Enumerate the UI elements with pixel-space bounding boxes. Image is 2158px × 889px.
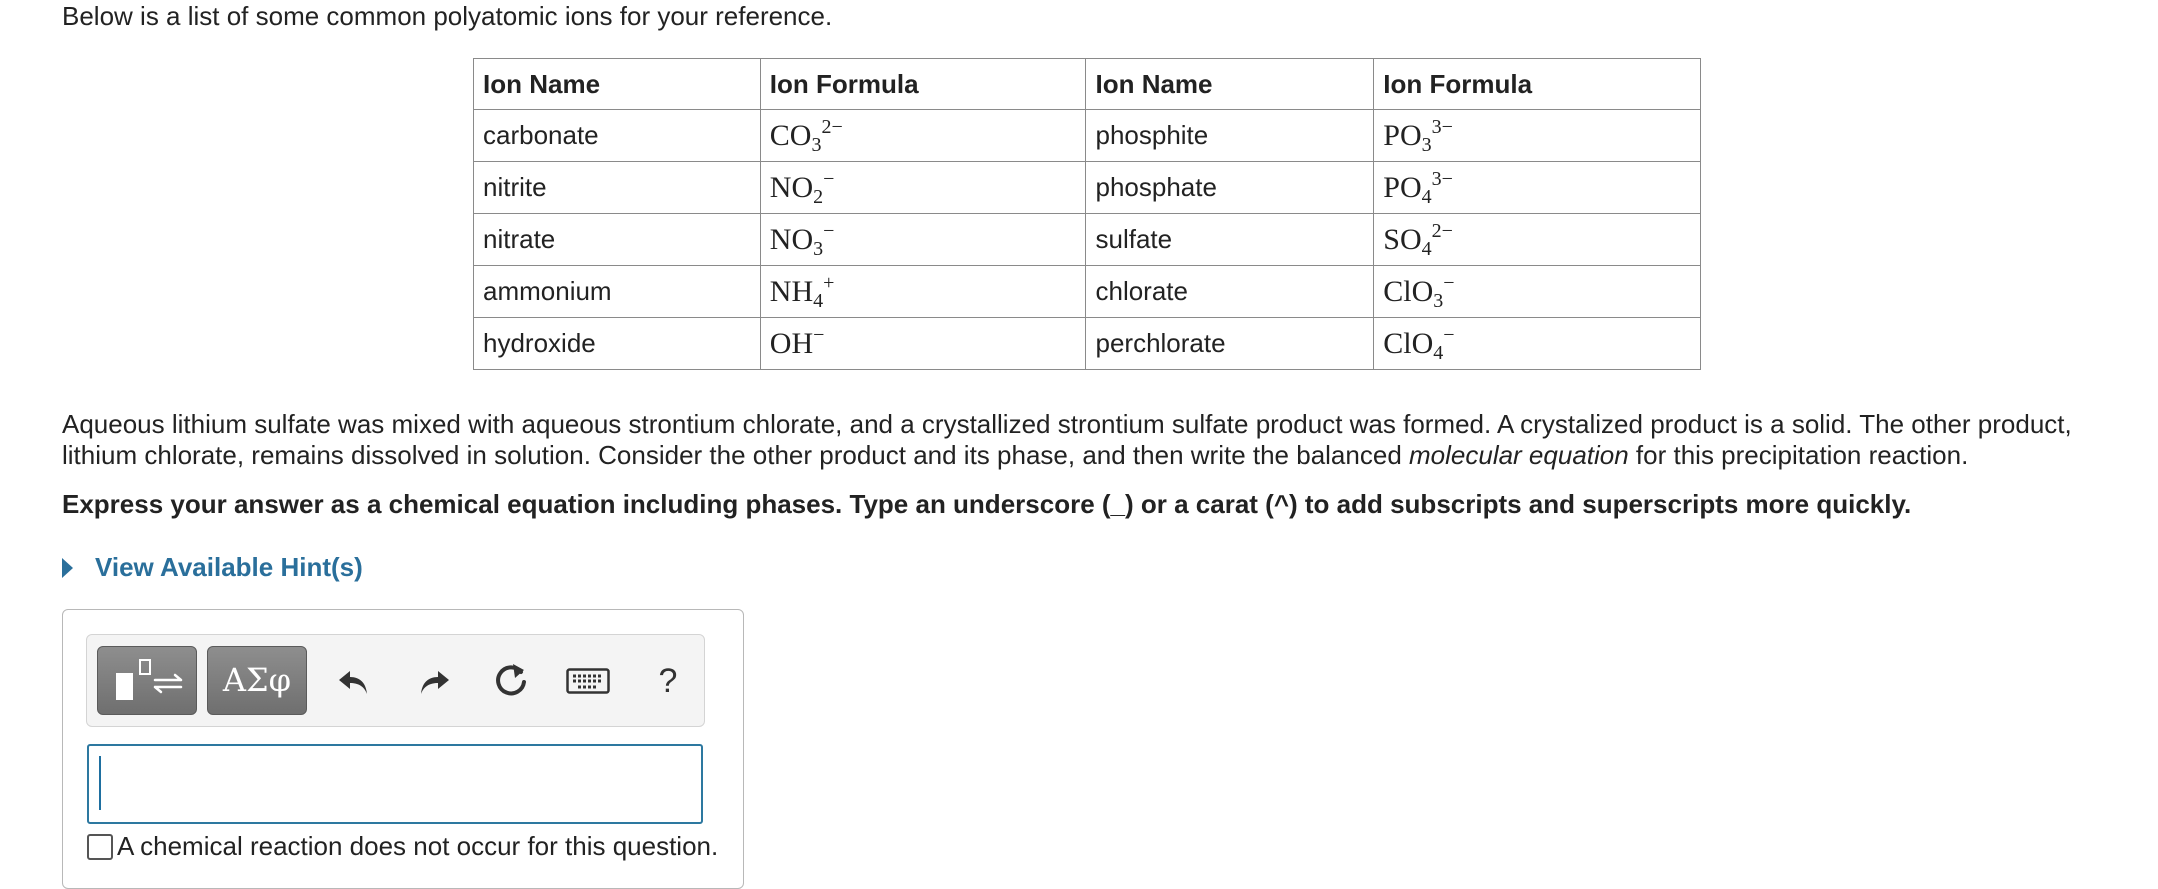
- keyboard-icon: [566, 668, 610, 694]
- formula-subscript: 4: [1421, 237, 1432, 260]
- no-reaction-checkbox[interactable]: [87, 833, 113, 860]
- ion-name: perchlorate: [1085, 317, 1375, 370]
- ion-name: chlorate: [1085, 265, 1375, 318]
- ion-name: hydroxide: [473, 317, 761, 370]
- formula-base: NH: [769, 274, 814, 308]
- triangle-right-icon: [62, 557, 73, 578]
- formula-subscript: 4: [1421, 185, 1432, 208]
- table-row: carbonate CO32− phosphite PO33−: [473, 109, 1701, 162]
- column-header: Ion Name: [1085, 58, 1375, 110]
- ion-name: nitrate: [473, 213, 761, 266]
- formula-subscript: 2: [813, 185, 824, 208]
- view-hints-link[interactable]: View Available Hint(s): [95, 552, 363, 583]
- help-button[interactable]: ?: [645, 658, 691, 704]
- ion-formula: SO42−: [1373, 213, 1701, 266]
- column-header: Ion Formula: [759, 58, 1087, 110]
- formula-charge: −: [823, 219, 835, 242]
- formula-subscript: 3: [1433, 289, 1444, 312]
- answer-instruction: Express your answer as a chemical equati…: [62, 489, 1912, 519]
- formula-base: ClO: [1383, 326, 1434, 360]
- undo-icon: [339, 671, 367, 694]
- question-part2: for this precipitation reaction.: [1628, 440, 1969, 470]
- redo-icon: [421, 671, 449, 694]
- formula-base: OH: [769, 326, 814, 360]
- ion-formula: PO33−: [1373, 109, 1701, 162]
- formula-subscript: 3: [813, 237, 824, 260]
- view-hints-toggle[interactable]: View Available Hint(s): [62, 552, 363, 583]
- formula-charge: 2−: [1431, 219, 1453, 242]
- ion-formula: NO3−: [759, 213, 1087, 266]
- ion-formula: ClO3−: [1373, 265, 1701, 318]
- keyboard-button[interactable]: [564, 658, 612, 704]
- table-row: nitrite NO2− phosphate PO43−: [473, 161, 1701, 214]
- reset-icon: [496, 664, 526, 696]
- question-text: Aqueous lithium sulfate was mixed with a…: [62, 409, 2112, 471]
- ion-name: phosphate: [1085, 161, 1375, 214]
- formula-base: NO: [769, 170, 814, 204]
- formula-charge: 3−: [1431, 115, 1453, 138]
- formula-charge: −: [1443, 271, 1455, 294]
- formula-charge: 2−: [821, 115, 843, 138]
- no-reaction-option[interactable]: A chemical reaction does not occur for t…: [87, 831, 718, 862]
- ion-name: ammonium: [473, 265, 761, 318]
- formula-subscript: 3: [811, 133, 822, 156]
- formula-charge: −: [1443, 323, 1455, 346]
- column-header: Ion Name: [473, 58, 761, 110]
- question-emphasis: molecular equation: [1409, 440, 1629, 470]
- ion-formula: NH4+: [759, 265, 1087, 318]
- formula-base: SO: [1383, 222, 1422, 256]
- ion-name: sulfate: [1085, 213, 1375, 266]
- table-header-row: Ion Name Ion Formula Ion Name Ion Formul…: [473, 58, 1701, 110]
- undo-button[interactable]: [331, 658, 377, 704]
- answer-input[interactable]: [87, 744, 703, 824]
- column-header: Ion Formula: [1373, 58, 1701, 110]
- redo-button[interactable]: [411, 658, 457, 704]
- ion-formula: OH−: [759, 317, 1087, 370]
- formula-charge: −: [823, 167, 835, 190]
- ion-name: carbonate: [473, 109, 761, 162]
- ion-formula: PO43−: [1373, 161, 1701, 214]
- intro-text: Below is a list of some common polyatomi…: [62, 1, 833, 31]
- ion-formula: ClO4−: [1373, 317, 1701, 370]
- ion-name: nitrite: [473, 161, 761, 214]
- table-row: hydroxide OH− perchlorate ClO4−: [473, 317, 1701, 370]
- text-caret: [99, 756, 101, 810]
- greek-symbols-button[interactable]: ΑΣφ: [207, 646, 307, 715]
- formula-subscript: 4: [813, 289, 824, 312]
- formula-base: ClO: [1383, 274, 1434, 308]
- formula-charge: 3−: [1431, 167, 1453, 190]
- polyatomic-ions-table: Ion Name Ion Formula Ion Name Ion Formul…: [473, 58, 1701, 370]
- formula-base: PO: [1383, 170, 1422, 204]
- table-row: ammonium NH4+ chlorate ClO3−: [473, 265, 1701, 318]
- templates-icon: [116, 659, 183, 700]
- formula-charge: +: [823, 271, 835, 294]
- reset-button[interactable]: [488, 658, 534, 704]
- templates-button[interactable]: [97, 646, 197, 715]
- formula-base: PO: [1383, 118, 1422, 152]
- formula-subscript: 3: [1421, 133, 1432, 156]
- no-reaction-label: A chemical reaction does not occur for t…: [117, 831, 719, 861]
- formula-subscript: 4: [1433, 341, 1444, 364]
- formula-charge: −: [813, 323, 825, 346]
- ion-formula: NO2−: [759, 161, 1087, 214]
- formula-base: NO: [769, 222, 814, 256]
- ion-formula: CO32−: [759, 109, 1087, 162]
- formula-base: CO: [769, 118, 812, 152]
- ion-name: phosphite: [1085, 109, 1375, 162]
- table-row: nitrate NO3− sulfate SO42−: [473, 213, 1701, 266]
